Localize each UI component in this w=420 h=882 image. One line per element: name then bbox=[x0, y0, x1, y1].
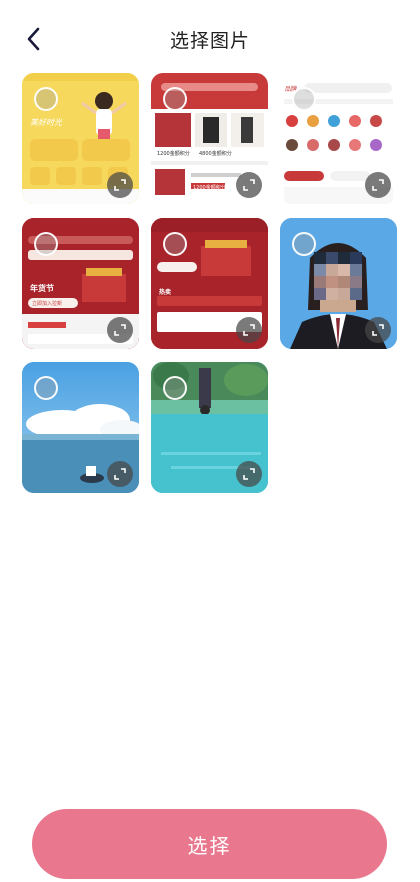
expand-button[interactable] bbox=[236, 461, 262, 487]
select-circle[interactable] bbox=[34, 376, 58, 400]
image-tile[interactable]: 年货节 立即加入拉新 bbox=[22, 218, 139, 349]
image-tile[interactable]: 热卖 bbox=[151, 218, 268, 349]
tile-caption: 立即加入拉新 bbox=[32, 301, 63, 307]
expand-button[interactable] bbox=[236, 317, 262, 343]
expand-button[interactable] bbox=[107, 172, 133, 198]
image-tile[interactable]: 美好时光 bbox=[22, 73, 139, 204]
expand-icon bbox=[243, 179, 255, 191]
header: 选择图片 bbox=[0, 0, 420, 80]
tile-caption: 热卖 bbox=[159, 289, 172, 296]
tile-caption: 美好时光 bbox=[30, 118, 62, 127]
tile-caption: 1200金额积分 bbox=[193, 185, 226, 191]
select-circle[interactable] bbox=[292, 87, 316, 111]
select-circle[interactable] bbox=[34, 87, 58, 111]
select-circle[interactable] bbox=[163, 232, 187, 256]
tile-caption: 4800金额积分 bbox=[199, 151, 232, 157]
expand-icon bbox=[114, 324, 126, 336]
expand-button[interactable] bbox=[236, 172, 262, 198]
select-button[interactable]: 选择 bbox=[32, 809, 387, 879]
expand-icon bbox=[243, 468, 255, 480]
expand-icon bbox=[114, 468, 126, 480]
tile-caption: 年货节 bbox=[30, 284, 54, 293]
expand-button[interactable] bbox=[365, 317, 391, 343]
expand-icon bbox=[372, 179, 384, 191]
expand-button[interactable] bbox=[107, 317, 133, 343]
image-tile[interactable]: 1200金额积分 4800金额积分 1200金额积分 bbox=[151, 73, 268, 204]
expand-icon bbox=[372, 324, 384, 336]
image-tile[interactable]: 品牌 bbox=[280, 73, 397, 204]
select-circle[interactable] bbox=[163, 376, 187, 400]
image-picker-screen: 选择图片 美好时光 1200金额积分 4800金额积分 1200金额积分 品牌 … bbox=[0, 0, 420, 882]
select-circle[interactable] bbox=[292, 232, 316, 256]
expand-button[interactable] bbox=[365, 172, 391, 198]
select-circle[interactable] bbox=[163, 87, 187, 111]
image-tile[interactable] bbox=[151, 362, 268, 493]
expand-icon bbox=[114, 179, 126, 191]
image-tile[interactable] bbox=[22, 362, 139, 493]
expand-icon bbox=[243, 324, 255, 336]
expand-button[interactable] bbox=[107, 461, 133, 487]
select-circle[interactable] bbox=[34, 232, 58, 256]
page-title: 选择图片 bbox=[169, 30, 250, 52]
image-tile[interactable] bbox=[280, 218, 397, 349]
tile-caption: 1200金额积分 bbox=[157, 151, 190, 157]
